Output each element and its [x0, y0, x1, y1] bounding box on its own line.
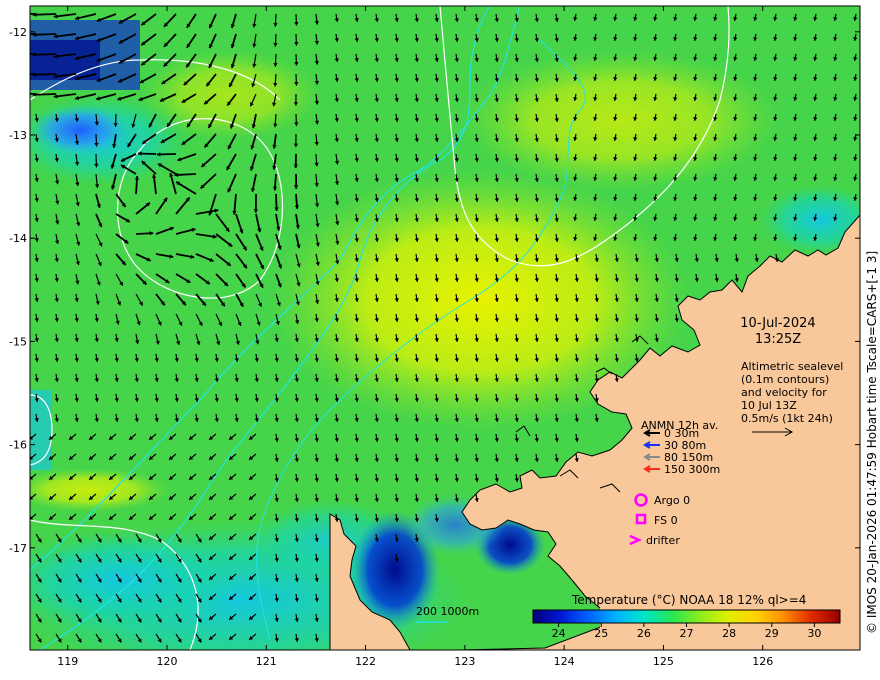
- velocity-vector: [30, 52, 37, 55]
- colorbar: [532, 609, 841, 624]
- drifter-label: drifter: [646, 534, 680, 547]
- credit-text: © IMOS 20-Jan-2026 01:47:59 Hobart time …: [865, 251, 879, 634]
- colorbar-tick-label: 25: [594, 627, 608, 640]
- cool-strip-west: [30, 390, 52, 470]
- warm-patch-southwest: [30, 468, 170, 512]
- colorbar-tick-label: 27: [680, 627, 694, 640]
- colorbar-tick-label: 28: [722, 627, 736, 640]
- map-canvas: [12, 6, 860, 650]
- lon-tick-label: 120: [157, 655, 178, 668]
- colorbar-tick-label: 30: [807, 627, 821, 640]
- depth-legend-label: 200 1000m: [416, 605, 479, 618]
- date-label: 10-Jul-2024: [740, 316, 815, 331]
- argo-label: Argo 0: [654, 494, 690, 507]
- lat-tick-label: -13: [9, 129, 27, 142]
- warm-patch-north: [460, 50, 780, 190]
- lon-tick-label: 121: [256, 655, 277, 668]
- velocity-vector-head: [12, 51, 16, 55]
- velocity-vector-head: [12, 11, 16, 15]
- colorbar-tick-label: 26: [637, 627, 651, 640]
- description-line-1: Altimetric sealevel: [741, 360, 843, 373]
- lon-tick-label: 119: [57, 655, 78, 668]
- colorbar-tick-label: 29: [765, 627, 779, 640]
- ocean-temperature-map: -12 -13 -14 -15 -16 -17 119 120 121 122 123 124 125…: [9, 5, 879, 668]
- lon-tick-label: 123: [454, 655, 475, 668]
- colorbar-tick-label: 24: [552, 627, 566, 640]
- lon-tick-label: 122: [355, 655, 376, 668]
- description-line-2: (0.1m contours): [741, 373, 829, 386]
- lon-tick-label: 125: [653, 655, 674, 668]
- lat-tick-label: -15: [9, 335, 27, 348]
- lon-tick-label: 126: [752, 655, 773, 668]
- velocity-vector: [30, 12, 37, 15]
- lat-tick-label: -17: [9, 542, 27, 555]
- cool-patch-east: [760, 185, 860, 255]
- time-label: 13:25Z: [755, 332, 801, 347]
- description-line-4: 10 Jul 13Z: [741, 399, 797, 412]
- lon-tick-label: 124: [554, 655, 575, 668]
- cool-patch-northwest-blue: [30, 105, 130, 155]
- anmn-legend-label: 150 300m: [664, 463, 720, 476]
- lat-tick-label: -16: [9, 439, 27, 452]
- description-line-5: 0.5m/s (1kt 24h): [741, 412, 833, 425]
- velocity-vector-head: [12, 71, 16, 75]
- velocity-vector: [30, 72, 37, 75]
- colorbar-title: Temperature (°C) NOAA 18 12% ql>=4: [571, 593, 806, 607]
- lat-tick-label: -12: [9, 26, 27, 39]
- lat-tick-label: -14: [9, 232, 27, 245]
- velocity-vector: [30, 92, 37, 95]
- description-line-3: and velocity for: [741, 386, 827, 399]
- fs-label: FS 0: [654, 514, 678, 527]
- velocity-vector-head: [12, 91, 16, 95]
